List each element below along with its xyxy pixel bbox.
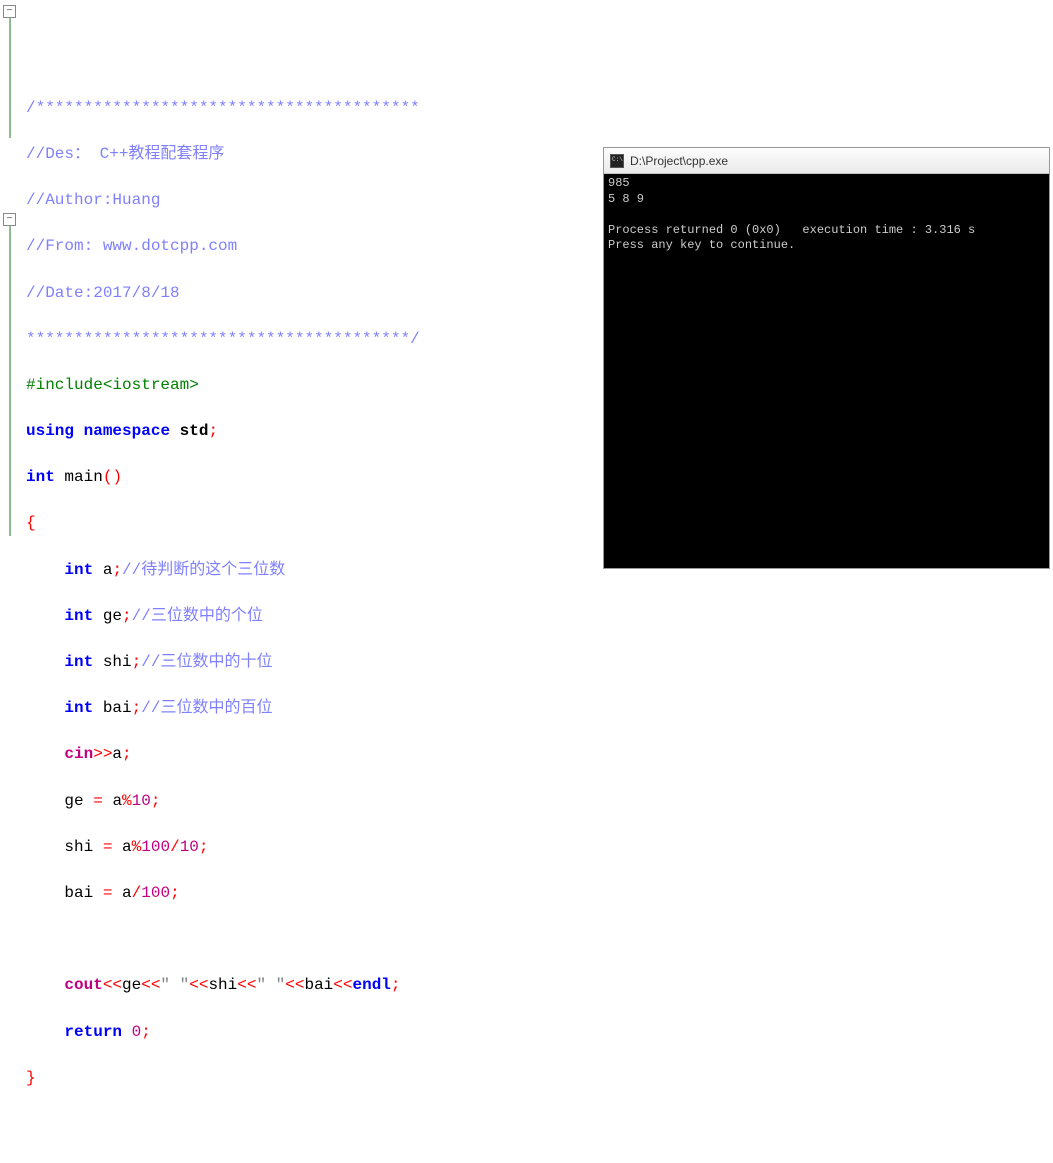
semicolon: ; [122, 745, 132, 763]
paren: ) [112, 468, 122, 486]
var: ge [64, 792, 83, 810]
var: ge [122, 976, 141, 994]
brace: } [26, 1069, 36, 1087]
var: a [122, 838, 132, 856]
op: << [333, 976, 352, 994]
num: 10 [180, 838, 199, 856]
cin: cin [64, 745, 93, 763]
endl: endl [352, 976, 390, 994]
num: 100 [141, 884, 170, 902]
comment-text: ****************************************… [26, 330, 420, 348]
str: " " [256, 976, 285, 994]
var: bai [103, 699, 132, 717]
num: 10 [132, 792, 151, 810]
semicolon: ; [199, 838, 209, 856]
console-window: D:\Project\cpp.exe 985 5 8 9 Process ret… [604, 148, 1049, 568]
var: shi [103, 653, 132, 671]
var: shi [64, 838, 93, 856]
console-title: D:\Project\cpp.exe [630, 154, 728, 168]
op: = [103, 884, 113, 902]
terminal-icon [610, 154, 624, 168]
comment-text: //Des： C++教程配套程序 [26, 145, 224, 163]
comment-text: //Author:Huang [26, 191, 160, 209]
var: a [112, 792, 122, 810]
var: ge [103, 607, 122, 625]
brace: { [26, 514, 36, 532]
cout: cout [64, 976, 102, 994]
var: bai [304, 976, 333, 994]
comment-text: //三位数中的十位 [141, 653, 272, 671]
semicolon: ; [141, 1023, 151, 1041]
semicolon: ; [391, 976, 401, 994]
output-status: Process returned 0 (0x0) execution time … [608, 223, 975, 237]
semicolon: ; [112, 561, 122, 579]
comment-text: //三位数中的个位 [132, 607, 263, 625]
kw-int: int [64, 607, 93, 625]
var: a [122, 884, 132, 902]
op: = [93, 792, 103, 810]
op: = [103, 838, 113, 856]
semicolon: ; [170, 884, 180, 902]
preproc: #include [26, 376, 103, 394]
str: " " [160, 976, 189, 994]
comment-text: //三位数中的百位 [141, 699, 272, 717]
op: << [189, 976, 208, 994]
var: bai [64, 884, 93, 902]
kw-using: using [26, 422, 74, 440]
code-content: / ***************************************… [26, 74, 600, 1137]
semicolon: ; [132, 699, 142, 717]
console-titlebar[interactable]: D:\Project\cpp.exe [604, 148, 1049, 174]
kw-namespace: namespace [84, 422, 170, 440]
op: % [132, 838, 142, 856]
output-prompt: Press any key to continue. [608, 238, 795, 252]
op: % [122, 792, 132, 810]
op: << [103, 976, 122, 994]
kw-int: int [64, 561, 93, 579]
output-line: 985 [608, 176, 630, 190]
num: 100 [141, 838, 170, 856]
semicolon: ; [122, 607, 132, 625]
comment-text: /***************************************… [26, 99, 420, 117]
op: << [237, 976, 256, 994]
semicolon: ; [151, 792, 161, 810]
op: << [285, 976, 304, 994]
comment-text: //待判断的这个三位数 [122, 561, 285, 579]
kw-int: int [64, 699, 93, 717]
include-lib: <iostream> [103, 376, 199, 394]
kw-return: return [64, 1023, 122, 1041]
paren: ( [103, 468, 113, 486]
output-line: 5 8 9 [608, 192, 644, 206]
var: shi [208, 976, 237, 994]
comment-text: //From: www.dotcpp.com [26, 237, 237, 255]
semicolon: ; [208, 422, 218, 440]
var: a [112, 745, 122, 763]
console-output: 985 5 8 9 Process returned 0 (0x0) execu… [604, 174, 1049, 568]
kw-int: int [64, 653, 93, 671]
op: >> [93, 745, 112, 763]
std: std [180, 422, 209, 440]
fold-box-icon[interactable]: − [3, 213, 16, 226]
fold-box-icon[interactable]: − [3, 5, 16, 18]
op: / [132, 884, 142, 902]
num: 0 [132, 1023, 142, 1041]
fn-main: main [64, 468, 102, 486]
op: << [141, 976, 160, 994]
var: a [103, 561, 113, 579]
comment-text: //Date:2017/8/18 [26, 284, 180, 302]
kw-int: int [26, 468, 55, 486]
op: / [170, 838, 180, 856]
semicolon: ; [132, 653, 142, 671]
